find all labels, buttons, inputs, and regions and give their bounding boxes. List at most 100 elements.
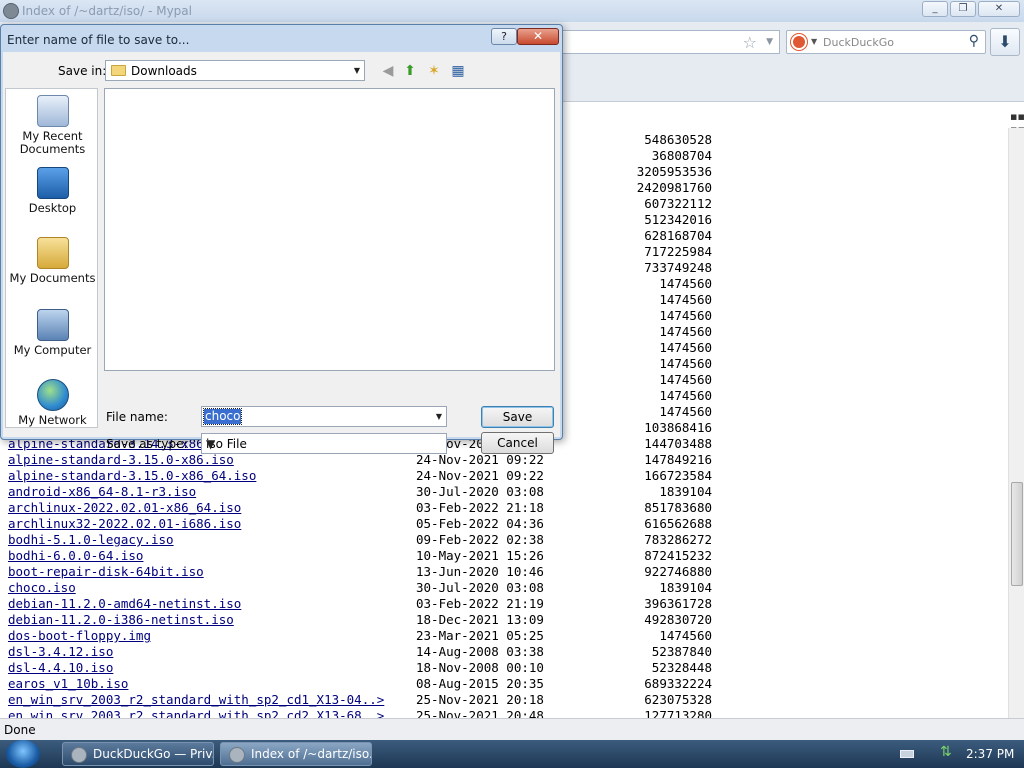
file-size: 492830720 <box>644 612 712 627</box>
keyboard-icon[interactable] <box>900 750 914 758</box>
back-icon[interactable]: ◀ <box>379 62 397 80</box>
taskbar-item-index[interactable]: Index of /~dartz/iso... <box>220 742 372 766</box>
file-date: 30-Jul-2020 03:08 <box>416 484 544 499</box>
file-link[interactable]: alpine-standard-3.15.0-x86.iso <box>8 452 234 468</box>
file-link[interactable]: dos-boot-floppy.img <box>8 628 151 644</box>
file-link[interactable]: alpine-standard-3.15.0-x86_64.iso <box>8 468 256 484</box>
file-date: 25-Nov-2021 20:18 <box>416 692 544 707</box>
mypal-app-icon <box>3 3 19 19</box>
file-name-value[interactable]: choco <box>202 408 243 425</box>
file-list-pane[interactable] <box>104 88 555 371</box>
listing-row: bodhi-5.1.0-legacy.iso 09-Feb-2022 02:38 7… <box>0 532 1008 548</box>
file-link[interactable]: earos_v1_10b.iso <box>8 676 128 692</box>
place-desktop[interactable]: Desktop <box>6 167 99 215</box>
file-link[interactable]: boot-repair-disk-64bit.iso <box>8 564 204 580</box>
close-window-button[interactable]: ✕ <box>978 1 1020 17</box>
help-button[interactable]: ? <box>491 28 517 45</box>
my-computer-icon <box>36 309 69 341</box>
cancel-button[interactable]: Cancel <box>481 432 554 454</box>
file-link[interactable]: debian-11.2.0-amd64-netinst.iso <box>8 596 241 612</box>
place-label: My Network <box>18 413 87 427</box>
file-size: 1474560 <box>659 276 712 291</box>
file-date: 18-Nov-2008 00:10 <box>416 660 544 675</box>
place-label: Desktop <box>28 201 77 215</box>
file-size: 872415232 <box>644 548 712 563</box>
up-folder-icon[interactable]: ⬆ <box>401 62 419 80</box>
listing-row: archlinux-2022.02.01-x86_64.iso 03-Feb-20… <box>0 500 1008 516</box>
file-size: 3205953536 <box>636 164 712 179</box>
file-link[interactable]: dsl-4.4.10.iso <box>8 660 113 676</box>
save-as-type-dropdown[interactable]: iso File ▼ <box>201 433 447 454</box>
scrollbar-thumb[interactable] <box>1011 482 1023 586</box>
chevron-down-icon[interactable]: ▼ <box>206 437 442 451</box>
file-size: 1474560 <box>659 340 712 355</box>
file-name-label: File name: <box>106 410 168 424</box>
search-engine-dropdown-icon[interactable]: ▼ <box>811 37 817 46</box>
file-date: 23-Mar-2021 05:25 <box>416 628 544 643</box>
file-size: 396361728 <box>644 596 712 611</box>
file-link[interactable]: en_win_srv_2003_r2_standard_with_sp2_cd1… <box>8 692 384 708</box>
taskbar-item-duckduckgo[interactable]: DuckDuckGo — Priv... <box>62 742 214 766</box>
file-date: 03-Feb-2022 21:18 <box>416 500 544 515</box>
clock[interactable]: 2:37 PM <box>966 740 1014 768</box>
start-button[interactable] <box>6 740 40 768</box>
listing-row: alpine-standard-3.15.0-x86_64.iso 24-Nov-… <box>0 468 1008 484</box>
chevron-down-icon[interactable]: ▼ <box>436 412 442 421</box>
place-recent-documents[interactable]: My Recent Documents <box>6 95 99 156</box>
file-link[interactable]: bodhi-5.1.0-legacy.iso <box>8 532 174 548</box>
file-link[interactable]: archlinux32-2022.02.01-i686.iso <box>8 516 241 532</box>
file-date: 09-Feb-2022 02:38 <box>416 532 544 547</box>
file-link[interactable]: en_win_srv_2003_r2_standard_with_sp2_cd2… <box>8 708 384 718</box>
place-label: My Documents <box>9 271 96 285</box>
url-dropdown-icon[interactable]: ▼ <box>766 37 773 47</box>
file-size: 1839104 <box>659 580 712 595</box>
file-size: 548630528 <box>644 132 712 147</box>
dialog-close-button[interactable]: ✕ <box>517 28 559 45</box>
dialog-body: Save in: Downloads ▼ ◀ ⬆ ✶ ▦ My Recent D… <box>3 52 560 454</box>
listing-row: en_win_srv_2003_r2_standard_with_sp2_cd1… <box>0 692 1008 708</box>
file-size: 1474560 <box>659 628 712 643</box>
search-box[interactable]: ▼ DuckDuckGo ⚲ <box>786 30 986 54</box>
search-icon[interactable]: ⚲ <box>969 33 979 49</box>
save-in-dropdown[interactable]: Downloads ▼ <box>105 60 365 81</box>
file-link[interactable]: android-x86_64-8.1-r3.iso <box>8 484 196 500</box>
chevron-down-icon[interactable]: ▼ <box>354 66 360 75</box>
file-size: 512342016 <box>644 212 712 227</box>
file-link[interactable]: archlinux-2022.02.01-x86_64.iso <box>8 500 241 516</box>
listing-row: en_win_srv_2003_r2_standard_with_sp2_cd2… <box>0 708 1008 718</box>
file-size: 616562688 <box>644 516 712 531</box>
place-my-computer[interactable]: My Computer <box>6 309 99 357</box>
save-as-type-label: Save as type: <box>106 437 188 451</box>
search-placeholder: DuckDuckGo <box>823 36 894 49</box>
file-link[interactable]: dsl-3.4.12.iso <box>8 644 113 660</box>
file-date: 30-Jul-2020 03:08 <box>416 580 544 595</box>
file-size: 147849216 <box>644 452 712 467</box>
file-size: 1474560 <box>659 324 712 339</box>
view-menu-icon[interactable]: ▦ <box>449 62 467 80</box>
place-my-network[interactable]: My Network <box>6 379 99 427</box>
listing-row: archlinux32-2022.02.01-i686.iso 05-Feb-20… <box>0 516 1008 532</box>
bookmark-star-icon[interactable]: ☆ <box>743 33 757 52</box>
task-label: Index of /~dartz/iso... <box>251 747 372 761</box>
file-name-field[interactable]: choco ▼ <box>201 406 447 427</box>
new-folder-icon[interactable]: ✶ <box>425 62 443 80</box>
file-link[interactable]: choco.iso <box>8 580 76 596</box>
file-link[interactable]: debian-11.2.0-i386-netinst.iso <box>8 612 234 628</box>
maximize-button[interactable]: ❐ <box>950 1 976 17</box>
downloads-button[interactable]: ⬇ <box>990 28 1020 56</box>
desktop-icon <box>36 167 69 199</box>
file-link[interactable]: bodhi-6.0.0-64.iso <box>8 548 143 564</box>
listing-row: dos-boot-floppy.img 23-Mar-2021 05:25 1474… <box>0 628 1008 644</box>
vertical-scrollbar[interactable] <box>1008 128 1024 718</box>
file-date: 25-Nov-2021 20:48 <box>416 708 544 718</box>
place-my-documents[interactable]: My Documents <box>6 237 99 285</box>
save-button[interactable]: Save <box>481 406 554 428</box>
network-icon[interactable]: ⇅ <box>940 744 952 760</box>
url-bar[interactable]: ☆ ▼ <box>562 30 780 54</box>
duckduckgo-icon[interactable] <box>791 34 807 50</box>
minimize-button[interactable]: _ <box>922 1 948 17</box>
listing-row: boot-repair-disk-64bit.iso 13-Jun-2020 10… <box>0 564 1008 580</box>
file-size: 733749248 <box>644 260 712 275</box>
file-size: 607322112 <box>644 196 712 211</box>
file-date: 08-Aug-2015 20:35 <box>416 676 544 691</box>
